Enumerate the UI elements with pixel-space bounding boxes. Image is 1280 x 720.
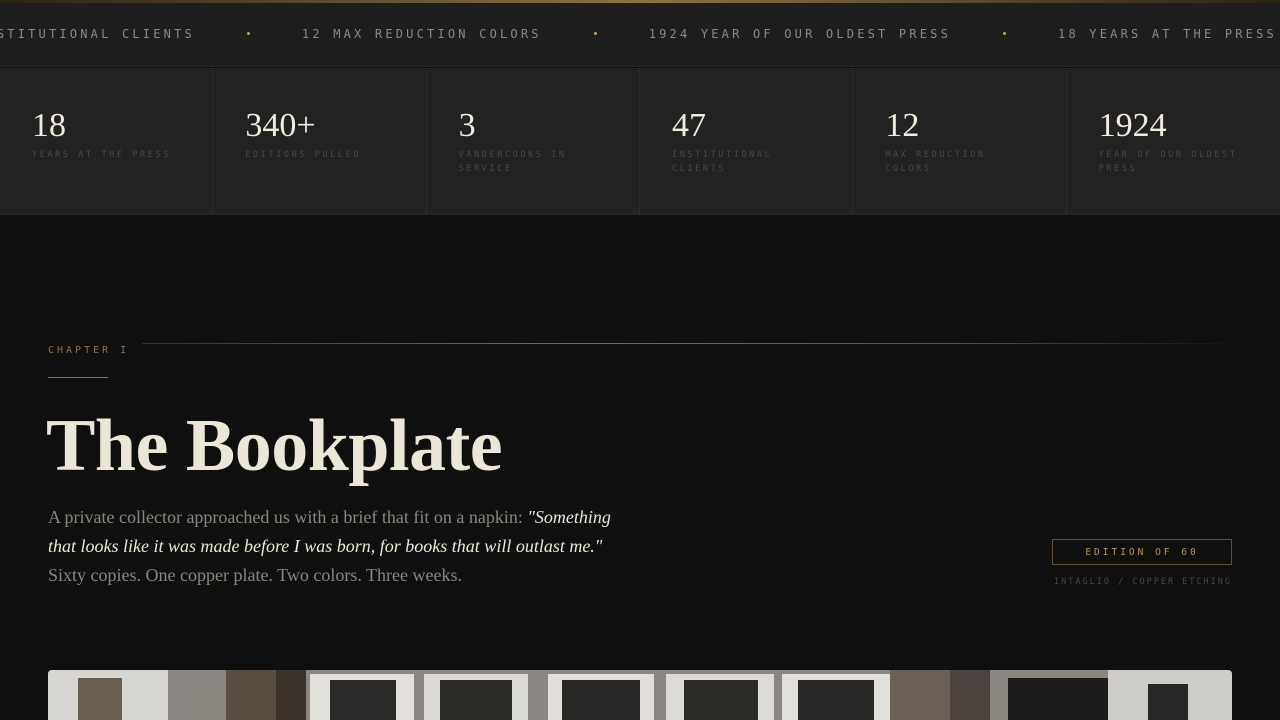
stat-value: 47: [671, 107, 706, 144]
stat-value: 1924: [1098, 107, 1167, 144]
chapter-divider-line: [142, 343, 1248, 344]
lede-intro: A private collector approached us with a…: [48, 507, 528, 527]
ticker-separator-dot: [246, 31, 250, 35]
stat-years-at-press: 18 YEARS AT THE PRESS: [0, 68, 214, 215]
stat-label: INSTITUTIONAL CLIENTS: [671, 150, 773, 174]
stat-label: YEARS AT THE PRESS: [32, 150, 171, 160]
ticker-track: INSTITUTIONAL CLIENTS 12 MAX REDUCTION C…: [0, 27, 1277, 41]
ticker-item: INSTITUTIONAL CLIENTS: [0, 27, 195, 41]
chapter-section: CHAPTER I The Bookplate A private collec…: [0, 215, 1280, 720]
chapter-label: CHAPTER I: [48, 345, 130, 356]
ticker-item: 1924 YEAR OF OUR OLDEST PRESS: [648, 27, 952, 41]
stat-oldest-press-year: 1924 YEAR OF OUR OLDEST PRESS: [1067, 68, 1280, 215]
ticker-item: 12 MAX REDUCTION COLORS: [301, 27, 542, 41]
stat-editions-pulled: 340+ EDITIONS PULLED: [213, 68, 427, 215]
stat-vandercooks: 3 VANDERCOOKS IN SERVICE: [427, 68, 640, 215]
stat-label: YEAR OF OUR OLDEST PRESS: [1098, 150, 1238, 174]
edition-badge: EDITION OF 60: [1052, 539, 1232, 565]
chapter-underline: [48, 377, 108, 378]
edition-technique: INTAGLIO / COPPER ETCHING: [1054, 577, 1232, 587]
stat-value: 12: [885, 107, 920, 144]
stats-grid: 18 YEARS AT THE PRESS 340+ EDITIONS PULL…: [0, 68, 1280, 215]
studio-photo: [48, 670, 1232, 720]
ticker-item: 18 YEARS AT THE PRESS: [1058, 27, 1277, 41]
chapter-header: CHAPTER I: [48, 343, 1248, 357]
stat-label: VANDERCOOKS IN SERVICE: [458, 150, 567, 174]
chapter-lede: A private collector approached us with a…: [48, 503, 638, 590]
stat-max-reduction-colors: 12 MAX REDUCTION COLORS: [853, 68, 1067, 215]
ticker-separator-dot: [593, 31, 597, 35]
ticker-separator-dot: [1003, 31, 1007, 35]
stat-label: EDITIONS PULLED: [245, 150, 362, 160]
studio-photo-image: [48, 670, 1232, 720]
chapter-title: The Bookplate: [46, 405, 503, 487]
stats-ticker: INSTITUTIONAL CLIENTS 12 MAX REDUCTION C…: [0, 3, 1280, 67]
stat-label: MAX REDUCTION COLORS: [885, 150, 986, 174]
stat-value: 18: [32, 107, 66, 144]
stat-value: 340+: [245, 107, 316, 144]
lede-outro: Sixty copies. One copper plate. Two colo…: [48, 565, 462, 585]
stat-value: 3: [458, 107, 476, 144]
stat-institutional-clients: 47 INSTITUTIONAL CLIENTS: [640, 68, 854, 215]
